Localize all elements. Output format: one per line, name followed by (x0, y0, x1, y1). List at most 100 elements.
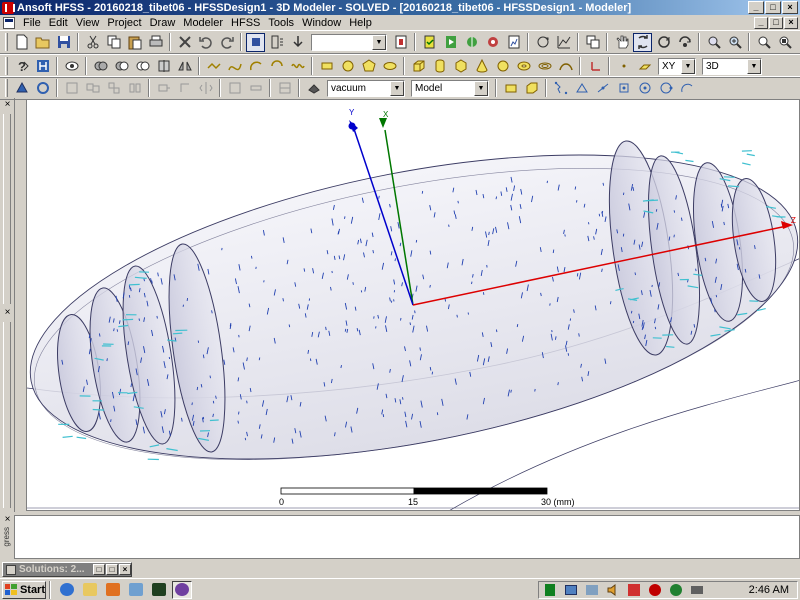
maximize-button[interactable]: □ (765, 1, 781, 14)
pan-icon[interactable] (612, 33, 631, 52)
fit-selection-icon[interactable] (775, 33, 794, 52)
drop-arrow-icon[interactable] (288, 33, 307, 52)
help-icon[interactable]: ? (12, 57, 31, 76)
draw-cone-icon[interactable] (472, 57, 491, 76)
menu-project[interactable]: Project (103, 17, 145, 29)
plane-icon[interactable] (635, 57, 654, 76)
duplicate-along-line-icon[interactable] (83, 79, 102, 98)
draw-line-icon[interactable] (204, 57, 223, 76)
snap-grid-icon[interactable] (551, 79, 570, 98)
tray-antivirus-icon[interactable] (648, 583, 662, 597)
menu-help[interactable]: Help (345, 17, 376, 29)
copy-icon[interactable] (104, 33, 123, 52)
toolbar-grip[interactable] (5, 79, 8, 97)
menu-tools[interactable]: Tools (264, 17, 298, 29)
mirror-icon[interactable] (175, 57, 194, 76)
draw-spline-icon[interactable] (225, 57, 244, 76)
select-icon[interactable] (246, 32, 265, 52)
validate-icon[interactable] (420, 33, 439, 52)
menu-hfss[interactable]: HFSS (227, 17, 264, 29)
dock-close-icon[interactable]: × (2, 100, 13, 111)
tray-green-icon[interactable] (543, 583, 557, 597)
dock-grip[interactable] (3, 322, 11, 508)
start-button[interactable]: Start (2, 580, 46, 599)
menu-draw[interactable]: Draw (146, 17, 180, 29)
open-folder-icon[interactable] (33, 33, 52, 52)
solutions-restore-button[interactable]: □ (93, 564, 105, 575)
field-overlay-icon[interactable] (462, 33, 481, 52)
boolean-intersect-icon[interactable] (133, 57, 152, 76)
hfss-logo-icon[interactable] (33, 57, 52, 76)
menu-window[interactable]: Window (298, 17, 345, 29)
plot-icon[interactable] (554, 33, 573, 52)
draw-ellipse-icon[interactable] (380, 57, 399, 76)
window-layout-icon[interactable] (583, 33, 602, 52)
snap-vertex-icon[interactable] (572, 79, 591, 98)
menu-view[interactable]: View (72, 17, 104, 29)
document-icon[interactable] (3, 16, 15, 29)
draw-torus-icon[interactable] (514, 57, 533, 76)
material-combo[interactable]: vacuum ▼ (327, 79, 405, 97)
select-by-name-icon[interactable] (267, 33, 286, 52)
snap-face-icon[interactable] (614, 79, 633, 98)
thicken-icon[interactable] (33, 79, 52, 98)
draw-cylinder-icon[interactable] (430, 57, 449, 76)
plane-combo[interactable]: XY ▼ (658, 57, 696, 75)
model-type-combo[interactable]: Model ▼ (411, 79, 489, 97)
redo-icon[interactable] (217, 33, 236, 52)
scale-icon[interactable] (225, 79, 244, 98)
solutions-maximize-button[interactable]: □ (106, 564, 118, 575)
toolbar-grip[interactable] (5, 33, 8, 51)
title-bar[interactable]: Ansoft HFSS - 20160218_tibet06 - HFSSDes… (0, 0, 800, 15)
child-close-button[interactable]: × (784, 16, 798, 29)
new-file-icon[interactable] (12, 33, 31, 52)
cut-icon[interactable] (83, 33, 102, 52)
selection-combo[interactable]: ▼ (311, 33, 387, 51)
modeler-viewport[interactable]: X Y Z 0 15 30 (mm) (26, 99, 800, 511)
draw-polyhedron-icon[interactable] (451, 57, 470, 76)
draw-bondwire-icon[interactable] (556, 57, 575, 76)
ie-icon[interactable] (57, 581, 77, 599)
snap-quadrant-icon[interactable] (656, 79, 675, 98)
progress-window[interactable] (14, 515, 800, 559)
draw-equation-icon[interactable] (288, 57, 307, 76)
wrap-icon[interactable] (62, 79, 81, 98)
tray-monitor-icon[interactable] (564, 583, 578, 597)
draw-box-icon[interactable] (409, 57, 428, 76)
duplicate-around-axis-icon[interactable] (104, 79, 123, 98)
results-icon[interactable] (504, 33, 523, 52)
menu-file[interactable]: File (19, 17, 45, 29)
print-icon[interactable] (146, 33, 165, 52)
zoom-in-icon[interactable] (704, 33, 723, 52)
child-minimize-button[interactable]: _ (754, 16, 768, 29)
solutions-close-button[interactable]: × (119, 564, 131, 575)
snap-arc-icon[interactable] (677, 79, 696, 98)
tray-network-icon[interactable] (585, 583, 599, 597)
zoom-icon[interactable] (725, 33, 744, 52)
orbit-icon[interactable] (654, 33, 673, 52)
boolean-unite-icon[interactable] (91, 57, 110, 76)
minimize-button[interactable]: _ (748, 1, 764, 14)
snap-center-icon[interactable] (635, 79, 654, 98)
draw-helix-icon[interactable] (535, 57, 554, 76)
tray-security-icon[interactable] (627, 583, 641, 597)
dock-close-icon[interactable]: × (2, 308, 13, 319)
group-icon[interactable] (275, 79, 294, 98)
save-icon[interactable] (54, 33, 73, 52)
rotate-object-icon[interactable] (175, 79, 194, 98)
draw-polygon-icon[interactable] (359, 57, 378, 76)
desktop-icon[interactable] (126, 581, 146, 599)
properties-icon[interactable] (391, 33, 410, 52)
tray-usb-icon[interactable] (690, 583, 704, 597)
menu-edit[interactable]: Edit (45, 17, 72, 29)
draw-rectangle-icon[interactable] (317, 57, 336, 76)
3d-scene[interactable]: X Y Z 0 15 30 (mm) (27, 100, 800, 511)
dimension-combo[interactable]: 3D ▼ (702, 57, 762, 75)
hfss-app-icon[interactable] (2, 1, 15, 14)
move-icon[interactable] (154, 79, 173, 98)
minimized-solutions-window[interactable]: Solutions: 2... □ □ × (2, 562, 132, 577)
duplicate-mirror-icon[interactable] (125, 79, 144, 98)
mirror-object-icon[interactable] (196, 79, 215, 98)
analyze-icon[interactable] (441, 33, 460, 52)
split-icon[interactable] (154, 57, 173, 76)
